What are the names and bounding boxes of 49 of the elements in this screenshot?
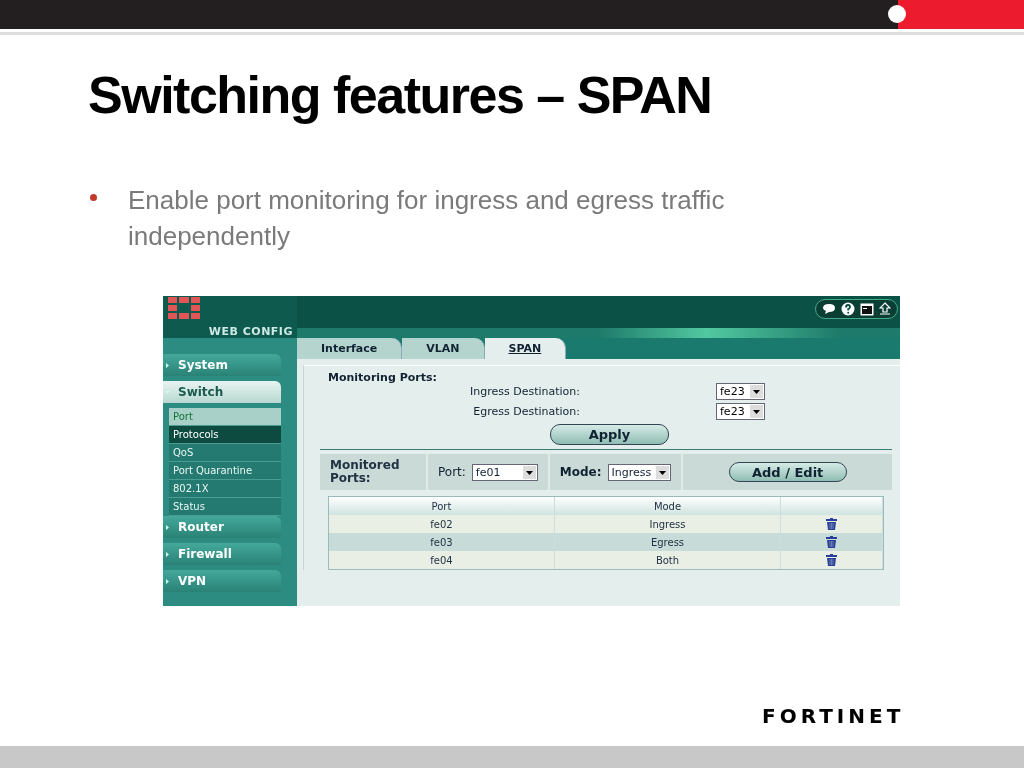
logo-icon bbox=[168, 297, 200, 319]
sidebar-item[interactable]: Firewall bbox=[163, 543, 281, 565]
caret-icon bbox=[165, 524, 170, 530]
field-label: Egress Destination: bbox=[472, 404, 581, 418]
upload-icon[interactable] bbox=[879, 302, 891, 316]
sidebar-subitem[interactable]: QoS bbox=[169, 444, 281, 462]
help-icon[interactable] bbox=[841, 302, 855, 316]
mode-select[interactable]: Ingress bbox=[607, 463, 672, 481]
sidebar-subitem[interactable]: Status bbox=[169, 498, 281, 516]
dropdown-icon bbox=[749, 384, 763, 398]
sidebar-item[interactable]: VPN bbox=[163, 570, 281, 592]
bullet-text: Enable port monitoring for ingress and egress traffic independently bbox=[128, 184, 726, 253]
sidebar-item[interactable]: System bbox=[163, 354, 281, 376]
chat-icon[interactable] bbox=[822, 303, 836, 315]
port-select[interactable]: fe23 bbox=[716, 402, 765, 420]
caret-icon bbox=[165, 578, 170, 584]
console-icon[interactable] bbox=[860, 302, 874, 316]
port-select[interactable]: fe01 bbox=[471, 463, 538, 481]
tab[interactable]: SPAN bbox=[484, 338, 567, 359]
dropdown-icon bbox=[749, 404, 763, 418]
section-heading: Monitored Ports: bbox=[330, 459, 401, 485]
section-heading: Monitoring Ports: bbox=[328, 371, 438, 384]
tab[interactable]: VLAN bbox=[402, 338, 485, 359]
sidebar-item[interactable]: Router bbox=[163, 516, 281, 538]
field-label: Ingress Destination: bbox=[468, 384, 581, 398]
sidebar-subitem[interactable]: 802.1X bbox=[169, 480, 281, 498]
trash-icon[interactable] bbox=[826, 518, 837, 530]
trash-icon[interactable] bbox=[826, 536, 837, 548]
brand-label: WEB CONFIG bbox=[208, 325, 293, 338]
table-cell: Both bbox=[555, 551, 781, 569]
apply-button[interactable]: Apply bbox=[550, 424, 669, 445]
port-select[interactable]: fe23 bbox=[716, 382, 765, 400]
dropdown-icon bbox=[522, 465, 536, 479]
sidebar-item[interactable]: Switch bbox=[163, 381, 281, 403]
company-logo: FORTINET bbox=[762, 704, 905, 728]
bullet-dot bbox=[90, 194, 97, 201]
sidebar-subitem[interactable]: Port Quarantine bbox=[169, 462, 281, 480]
trash-icon[interactable] bbox=[826, 554, 837, 566]
caret-icon bbox=[165, 362, 170, 368]
slide-title: Switching features – SPAN bbox=[88, 66, 713, 124]
field-label: Mode: bbox=[559, 465, 602, 479]
dropdown-icon bbox=[656, 465, 670, 479]
sidebar-subitem[interactable]: Protocols bbox=[169, 426, 281, 444]
tab[interactable]: Interface bbox=[297, 338, 403, 359]
table-cell: fe04 bbox=[329, 551, 555, 569]
caret-icon bbox=[165, 389, 170, 395]
field-label: Port: bbox=[438, 465, 466, 479]
add-edit-button[interactable]: Add / Edit bbox=[728, 462, 847, 482]
caret-icon bbox=[165, 551, 170, 557]
